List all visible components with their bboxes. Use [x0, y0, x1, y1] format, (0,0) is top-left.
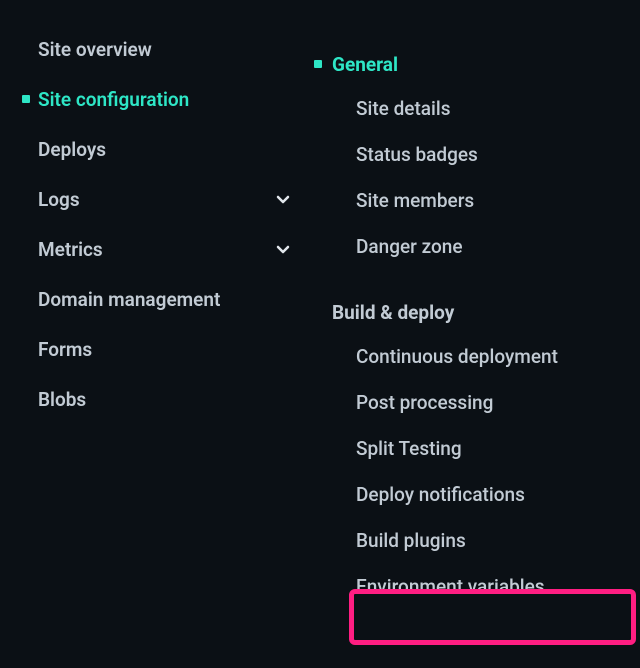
nav-site-overview[interactable]: Site overview: [38, 24, 298, 74]
nav-label: Deploys: [38, 138, 298, 161]
nav-forms[interactable]: Forms: [38, 324, 298, 374]
nav-label: Domain management: [38, 288, 298, 311]
active-bullet-icon: [314, 60, 322, 68]
nav-label: Site configuration: [38, 88, 298, 111]
sub-label: Split Testing: [356, 437, 462, 462]
section-label: General: [332, 53, 398, 76]
nav-site-configuration[interactable]: Site configuration: [38, 74, 298, 124]
sub-split-testing[interactable]: Split Testing: [306, 426, 632, 472]
sub-danger-zone[interactable]: Danger zone: [306, 224, 632, 270]
sub-post-processing[interactable]: Post processing: [306, 380, 632, 426]
sub-label: Build plugins: [356, 529, 466, 554]
sub-build-plugins[interactable]: Build plugins: [306, 518, 632, 564]
sub-label: Deploy notifications: [356, 483, 525, 508]
nav-label: Metrics: [38, 238, 268, 261]
nav-domain-management[interactable]: Domain management: [38, 274, 298, 324]
nav-metrics[interactable]: Metrics: [38, 224, 298, 274]
sub-label: Site members: [356, 189, 474, 214]
sub-continuous-deployment[interactable]: Continuous deployment: [306, 334, 632, 380]
sub-site-members[interactable]: Site members: [306, 178, 632, 224]
chevron-down-icon: [268, 191, 298, 207]
section-general[interactable]: General: [306, 42, 632, 86]
sub-deploy-notifications[interactable]: Deploy notifications: [306, 472, 632, 518]
right-nav: General Site details Status badges Site …: [306, 0, 640, 668]
sub-label: Status badges: [356, 143, 478, 168]
sub-site-details[interactable]: Site details: [306, 86, 632, 132]
nav-label: Forms: [38, 338, 298, 361]
nav-logs[interactable]: Logs: [38, 174, 298, 224]
chevron-down-icon: [268, 241, 298, 257]
nav-label: Site overview: [38, 38, 298, 61]
nav-deploys[interactable]: Deploys: [38, 124, 298, 174]
sub-status-badges[interactable]: Status badges: [306, 132, 632, 178]
nav-label: Logs: [38, 188, 268, 211]
section-label: Build & deploy: [332, 301, 454, 324]
sub-environment-variables[interactable]: Environment variables: [306, 564, 632, 610]
sub-label: Site details: [356, 97, 451, 122]
sub-label: Continuous deployment: [356, 345, 558, 370]
sub-label: Danger zone: [356, 235, 463, 260]
nav-blobs[interactable]: Blobs: [38, 374, 298, 424]
sub-label: Environment variables: [356, 575, 545, 600]
sub-label: Post processing: [356, 391, 493, 416]
nav-label: Blobs: [38, 388, 298, 411]
left-nav: Site overview Site configuration Deploys…: [0, 0, 306, 668]
section-build-deploy[interactable]: Build & deploy: [306, 290, 632, 334]
active-bullet-icon: [22, 95, 30, 103]
